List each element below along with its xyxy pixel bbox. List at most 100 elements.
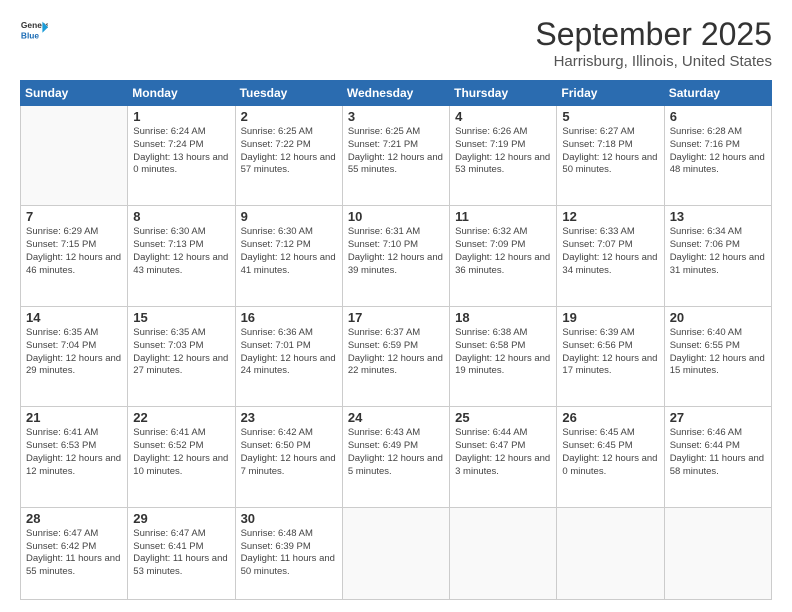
calendar-cell: 3 Sunrise: 6:25 AM Sunset: 7:21 PM Dayli… <box>342 106 449 206</box>
calendar-cell: 14 Sunrise: 6:35 AM Sunset: 7:04 PM Dayl… <box>21 306 128 406</box>
day-info: Sunrise: 6:43 AM Sunset: 6:49 PM Dayligh… <box>348 427 444 478</box>
calendar-cell: 7 Sunrise: 6:29 AM Sunset: 7:15 PM Dayli… <box>21 206 128 306</box>
day-info: Sunrise: 6:41 AM Sunset: 6:52 PM Dayligh… <box>133 427 229 478</box>
day-number: 6 <box>670 109 766 124</box>
day-info: Sunrise: 6:33 AM Sunset: 7:07 PM Dayligh… <box>562 226 658 277</box>
calendar-cell: 24 Sunrise: 6:43 AM Sunset: 6:49 PM Dayl… <box>342 407 449 507</box>
calendar-cell: 29 Sunrise: 6:47 AM Sunset: 6:41 PM Dayl… <box>128 507 235 599</box>
day-info: Sunrise: 6:47 AM Sunset: 6:41 PM Dayligh… <box>133 528 229 579</box>
day-number: 14 <box>26 310 122 325</box>
calendar-cell <box>450 507 557 599</box>
header-wednesday: Wednesday <box>342 81 449 106</box>
main-title: September 2025 <box>535 16 772 53</box>
calendar-cell: 28 Sunrise: 6:47 AM Sunset: 6:42 PM Dayl… <box>21 507 128 599</box>
calendar-cell: 17 Sunrise: 6:37 AM Sunset: 6:59 PM Dayl… <box>342 306 449 406</box>
day-info: Sunrise: 6:27 AM Sunset: 7:18 PM Dayligh… <box>562 126 658 177</box>
calendar-cell: 12 Sunrise: 6:33 AM Sunset: 7:07 PM Dayl… <box>557 206 664 306</box>
header-friday: Friday <box>557 81 664 106</box>
day-info: Sunrise: 6:30 AM Sunset: 7:13 PM Dayligh… <box>133 226 229 277</box>
week-row-2: 14 Sunrise: 6:35 AM Sunset: 7:04 PM Dayl… <box>21 306 772 406</box>
day-number: 15 <box>133 310 229 325</box>
day-number: 19 <box>562 310 658 325</box>
day-info: Sunrise: 6:32 AM Sunset: 7:09 PM Dayligh… <box>455 226 551 277</box>
day-number: 26 <box>562 410 658 425</box>
day-info: Sunrise: 6:39 AM Sunset: 6:56 PM Dayligh… <box>562 327 658 378</box>
calendar-cell: 21 Sunrise: 6:41 AM Sunset: 6:53 PM Dayl… <box>21 407 128 507</box>
logo: General Blue <box>20 16 48 44</box>
day-number: 1 <box>133 109 229 124</box>
calendar-cell: 25 Sunrise: 6:44 AM Sunset: 6:47 PM Dayl… <box>450 407 557 507</box>
day-info: Sunrise: 6:42 AM Sunset: 6:50 PM Dayligh… <box>241 427 337 478</box>
header-thursday: Thursday <box>450 81 557 106</box>
calendar-cell: 20 Sunrise: 6:40 AM Sunset: 6:55 PM Dayl… <box>664 306 771 406</box>
calendar-cell: 8 Sunrise: 6:30 AM Sunset: 7:13 PM Dayli… <box>128 206 235 306</box>
calendar-cell: 23 Sunrise: 6:42 AM Sunset: 6:50 PM Dayl… <box>235 407 342 507</box>
day-info: Sunrise: 6:25 AM Sunset: 7:21 PM Dayligh… <box>348 126 444 177</box>
day-number: 5 <box>562 109 658 124</box>
day-info: Sunrise: 6:37 AM Sunset: 6:59 PM Dayligh… <box>348 327 444 378</box>
day-number: 17 <box>348 310 444 325</box>
day-info: Sunrise: 6:48 AM Sunset: 6:39 PM Dayligh… <box>241 528 337 579</box>
day-number: 7 <box>26 209 122 224</box>
day-number: 23 <box>241 410 337 425</box>
day-number: 3 <box>348 109 444 124</box>
calendar-cell <box>21 106 128 206</box>
logo-icon: General Blue <box>20 16 48 44</box>
day-info: Sunrise: 6:46 AM Sunset: 6:44 PM Dayligh… <box>670 427 766 478</box>
calendar-cell: 9 Sunrise: 6:30 AM Sunset: 7:12 PM Dayli… <box>235 206 342 306</box>
day-info: Sunrise: 6:47 AM Sunset: 6:42 PM Dayligh… <box>26 528 122 579</box>
header-sunday: Sunday <box>21 81 128 106</box>
header-tuesday: Tuesday <box>235 81 342 106</box>
day-number: 12 <box>562 209 658 224</box>
calendar-cell: 27 Sunrise: 6:46 AM Sunset: 6:44 PM Dayl… <box>664 407 771 507</box>
calendar-cell: 11 Sunrise: 6:32 AM Sunset: 7:09 PM Dayl… <box>450 206 557 306</box>
header: General Blue September 2025 Harrisburg, … <box>20 16 772 70</box>
calendar-cell: 15 Sunrise: 6:35 AM Sunset: 7:03 PM Dayl… <box>128 306 235 406</box>
week-row-4: 28 Sunrise: 6:47 AM Sunset: 6:42 PM Dayl… <box>21 507 772 599</box>
week-row-0: 1 Sunrise: 6:24 AM Sunset: 7:24 PM Dayli… <box>21 106 772 206</box>
calendar-cell: 19 Sunrise: 6:39 AM Sunset: 6:56 PM Dayl… <box>557 306 664 406</box>
calendar-cell <box>664 507 771 599</box>
header-monday: Monday <box>128 81 235 106</box>
page: General Blue September 2025 Harrisburg, … <box>0 0 792 612</box>
calendar-cell: 5 Sunrise: 6:27 AM Sunset: 7:18 PM Dayli… <box>557 106 664 206</box>
day-number: 28 <box>26 511 122 526</box>
day-info: Sunrise: 6:26 AM Sunset: 7:19 PM Dayligh… <box>455 126 551 177</box>
day-info: Sunrise: 6:30 AM Sunset: 7:12 PM Dayligh… <box>241 226 337 277</box>
calendar-cell: 18 Sunrise: 6:38 AM Sunset: 6:58 PM Dayl… <box>450 306 557 406</box>
day-number: 22 <box>133 410 229 425</box>
calendar-cell: 2 Sunrise: 6:25 AM Sunset: 7:22 PM Dayli… <box>235 106 342 206</box>
calendar-cell: 16 Sunrise: 6:36 AM Sunset: 7:01 PM Dayl… <box>235 306 342 406</box>
day-number: 24 <box>348 410 444 425</box>
subtitle: Harrisburg, Illinois, United States <box>535 53 772 70</box>
calendar-cell: 26 Sunrise: 6:45 AM Sunset: 6:45 PM Dayl… <box>557 407 664 507</box>
day-info: Sunrise: 6:41 AM Sunset: 6:53 PM Dayligh… <box>26 427 122 478</box>
day-number: 2 <box>241 109 337 124</box>
calendar-cell: 13 Sunrise: 6:34 AM Sunset: 7:06 PM Dayl… <box>664 206 771 306</box>
calendar-cell <box>557 507 664 599</box>
svg-text:Blue: Blue <box>21 30 39 40</box>
day-number: 18 <box>455 310 551 325</box>
calendar-cell: 1 Sunrise: 6:24 AM Sunset: 7:24 PM Dayli… <box>128 106 235 206</box>
calendar-cell: 4 Sunrise: 6:26 AM Sunset: 7:19 PM Dayli… <box>450 106 557 206</box>
day-number: 9 <box>241 209 337 224</box>
day-info: Sunrise: 6:44 AM Sunset: 6:47 PM Dayligh… <box>455 427 551 478</box>
day-number: 16 <box>241 310 337 325</box>
day-number: 25 <box>455 410 551 425</box>
day-number: 20 <box>670 310 766 325</box>
day-number: 11 <box>455 209 551 224</box>
day-number: 30 <box>241 511 337 526</box>
day-info: Sunrise: 6:31 AM Sunset: 7:10 PM Dayligh… <box>348 226 444 277</box>
day-info: Sunrise: 6:29 AM Sunset: 7:15 PM Dayligh… <box>26 226 122 277</box>
day-info: Sunrise: 6:36 AM Sunset: 7:01 PM Dayligh… <box>241 327 337 378</box>
day-info: Sunrise: 6:25 AM Sunset: 7:22 PM Dayligh… <box>241 126 337 177</box>
day-info: Sunrise: 6:38 AM Sunset: 6:58 PM Dayligh… <box>455 327 551 378</box>
day-info: Sunrise: 6:45 AM Sunset: 6:45 PM Dayligh… <box>562 427 658 478</box>
day-number: 4 <box>455 109 551 124</box>
day-number: 29 <box>133 511 229 526</box>
calendar-cell: 6 Sunrise: 6:28 AM Sunset: 7:16 PM Dayli… <box>664 106 771 206</box>
day-info: Sunrise: 6:34 AM Sunset: 7:06 PM Dayligh… <box>670 226 766 277</box>
day-number: 13 <box>670 209 766 224</box>
header-saturday: Saturday <box>664 81 771 106</box>
calendar-cell: 22 Sunrise: 6:41 AM Sunset: 6:52 PM Dayl… <box>128 407 235 507</box>
